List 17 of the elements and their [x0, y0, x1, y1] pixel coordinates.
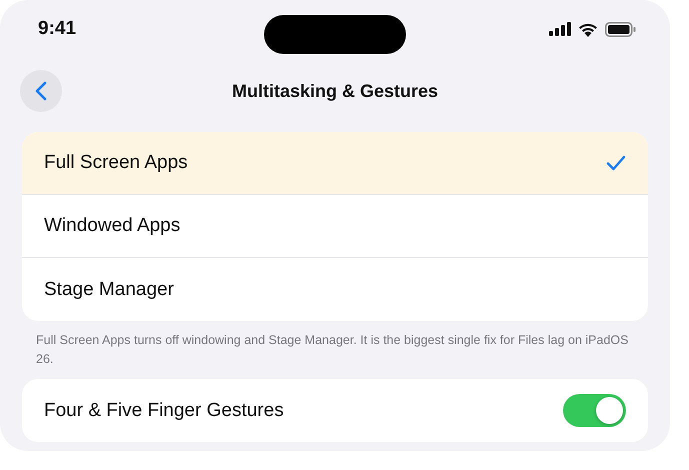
option-row[interactable]: Full Screen Apps: [22, 132, 648, 195]
checkmark-icon: [606, 155, 626, 171]
chevron-left-icon: [35, 81, 47, 101]
signal-icon: [549, 22, 571, 36]
back-button[interactable]: [20, 70, 62, 112]
battery-icon: [605, 22, 636, 36]
option-label: Stage Manager: [44, 278, 174, 300]
page-title: Multitasking & Gestures: [230, 80, 440, 102]
option-label: Full Screen Apps: [44, 152, 188, 174]
toggle-label: Four & Five Finger Gestures: [44, 400, 284, 422]
footer-note: Full Screen Apps turns off windowing and Stage Manager. It is the biggest single fix for Files lag on iPadOS 26.: [36, 332, 630, 368]
wifi-icon: [578, 22, 598, 36]
option-row[interactable]: Windowed Apps: [22, 195, 648, 258]
option-row[interactable]: Stage Manager: [22, 258, 648, 321]
status-time: 9:41: [38, 18, 76, 40]
option-label: Windowed Apps: [44, 215, 180, 237]
toggle-switch[interactable]: [563, 394, 626, 427]
